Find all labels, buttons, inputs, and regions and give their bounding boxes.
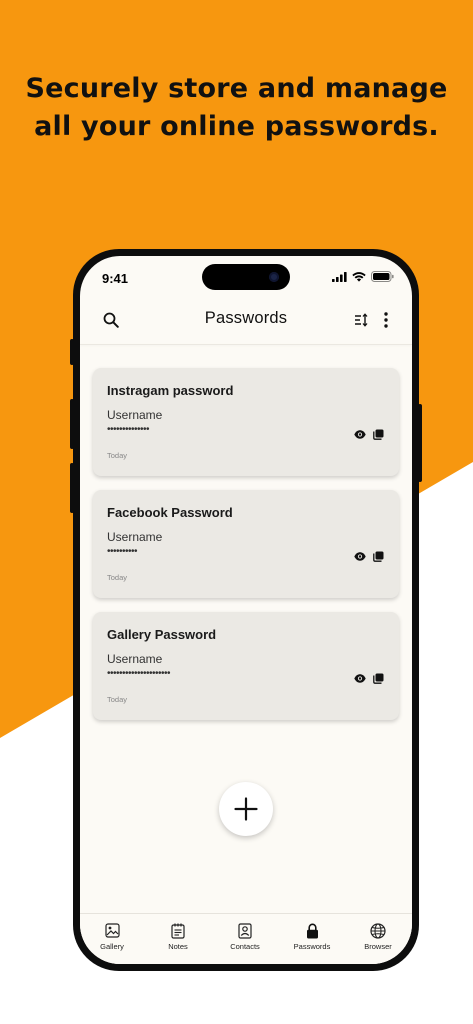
- copy-icon[interactable]: [373, 551, 384, 562]
- copy-icon[interactable]: [373, 429, 384, 440]
- power-button: [418, 404, 422, 482]
- password-title: Instragam password: [107, 383, 234, 398]
- phone-frame: 9:41 Passwords Instragam password Userna…: [70, 249, 422, 971]
- nav-label: Gallery: [100, 942, 124, 951]
- bottom-navigation: Gallery Notes Contacts Passwords Browser: [80, 913, 412, 964]
- nav-label: Passwords: [293, 942, 331, 951]
- more-options-button[interactable]: [378, 310, 394, 330]
- wifi-icon: [352, 271, 366, 282]
- silent-switch: [70, 339, 74, 365]
- date-label: Today: [107, 695, 128, 704]
- eye-icon[interactable]: [354, 674, 366, 683]
- volume-down-button: [70, 463, 74, 513]
- masked-password: ••••••••••••••: [107, 424, 150, 435]
- add-password-button[interactable]: [219, 782, 273, 836]
- username-label: Username: [107, 530, 163, 544]
- sort-button[interactable]: [352, 310, 372, 330]
- volume-up-button: [70, 399, 74, 449]
- dynamic-island: [202, 264, 290, 290]
- globe-icon: [370, 922, 386, 939]
- more-vert-icon: [384, 312, 388, 328]
- password-card[interactable]: Facebook Password Username •••••••••• To…: [93, 490, 399, 598]
- phone-screen: 9:41 Passwords Instragam password Userna…: [80, 256, 412, 964]
- status-bar: 9:41: [80, 256, 412, 300]
- nav-label: Contacts: [230, 942, 260, 951]
- date-label: Today: [107, 451, 128, 460]
- headline: Securely store and manage all your onlin…: [0, 70, 473, 146]
- battery-icon: [371, 271, 394, 282]
- eye-icon[interactable]: [354, 552, 366, 561]
- image-icon: [104, 923, 120, 938]
- lock-icon: [306, 923, 318, 938]
- username-label: Username: [107, 408, 163, 422]
- status-time: 9:41: [102, 271, 129, 286]
- app-bar: Passwords: [80, 300, 412, 344]
- sort-icon: [355, 313, 368, 327]
- date-label: Today: [107, 573, 128, 582]
- headline-line-2: all your online passwords.: [34, 111, 439, 142]
- app-bar-divider: [80, 344, 412, 345]
- nav-item-gallery[interactable]: Gallery: [82, 922, 142, 951]
- signal-icon: [332, 271, 347, 282]
- status-icons: [332, 271, 394, 282]
- username-label: Username: [107, 652, 163, 666]
- masked-password: •••••••••••••••••••••: [107, 668, 171, 679]
- password-title: Gallery Password: [107, 627, 217, 642]
- password-card[interactable]: Gallery Password Username ••••••••••••••…: [93, 612, 399, 720]
- plus-icon: [234, 797, 258, 821]
- headline-line-1: Securely store and manage: [25, 73, 448, 104]
- eye-icon[interactable]: [354, 430, 366, 439]
- notes-icon: [171, 923, 185, 939]
- password-title: Facebook Password: [107, 505, 233, 520]
- camera-icon: [269, 272, 279, 282]
- masked-password: ••••••••••: [107, 546, 138, 557]
- nav-item-passwords[interactable]: Passwords: [282, 922, 342, 951]
- nav-label: Notes: [168, 942, 188, 951]
- nav-item-notes[interactable]: Notes: [148, 922, 208, 951]
- contact-icon: [238, 922, 252, 939]
- nav-label: Browser: [364, 942, 392, 951]
- nav-item-browser[interactable]: Browser: [348, 922, 408, 951]
- copy-icon[interactable]: [373, 673, 384, 684]
- password-card[interactable]: Instragam password Username ••••••••••••…: [93, 368, 399, 476]
- nav-item-contacts[interactable]: Contacts: [215, 922, 275, 951]
